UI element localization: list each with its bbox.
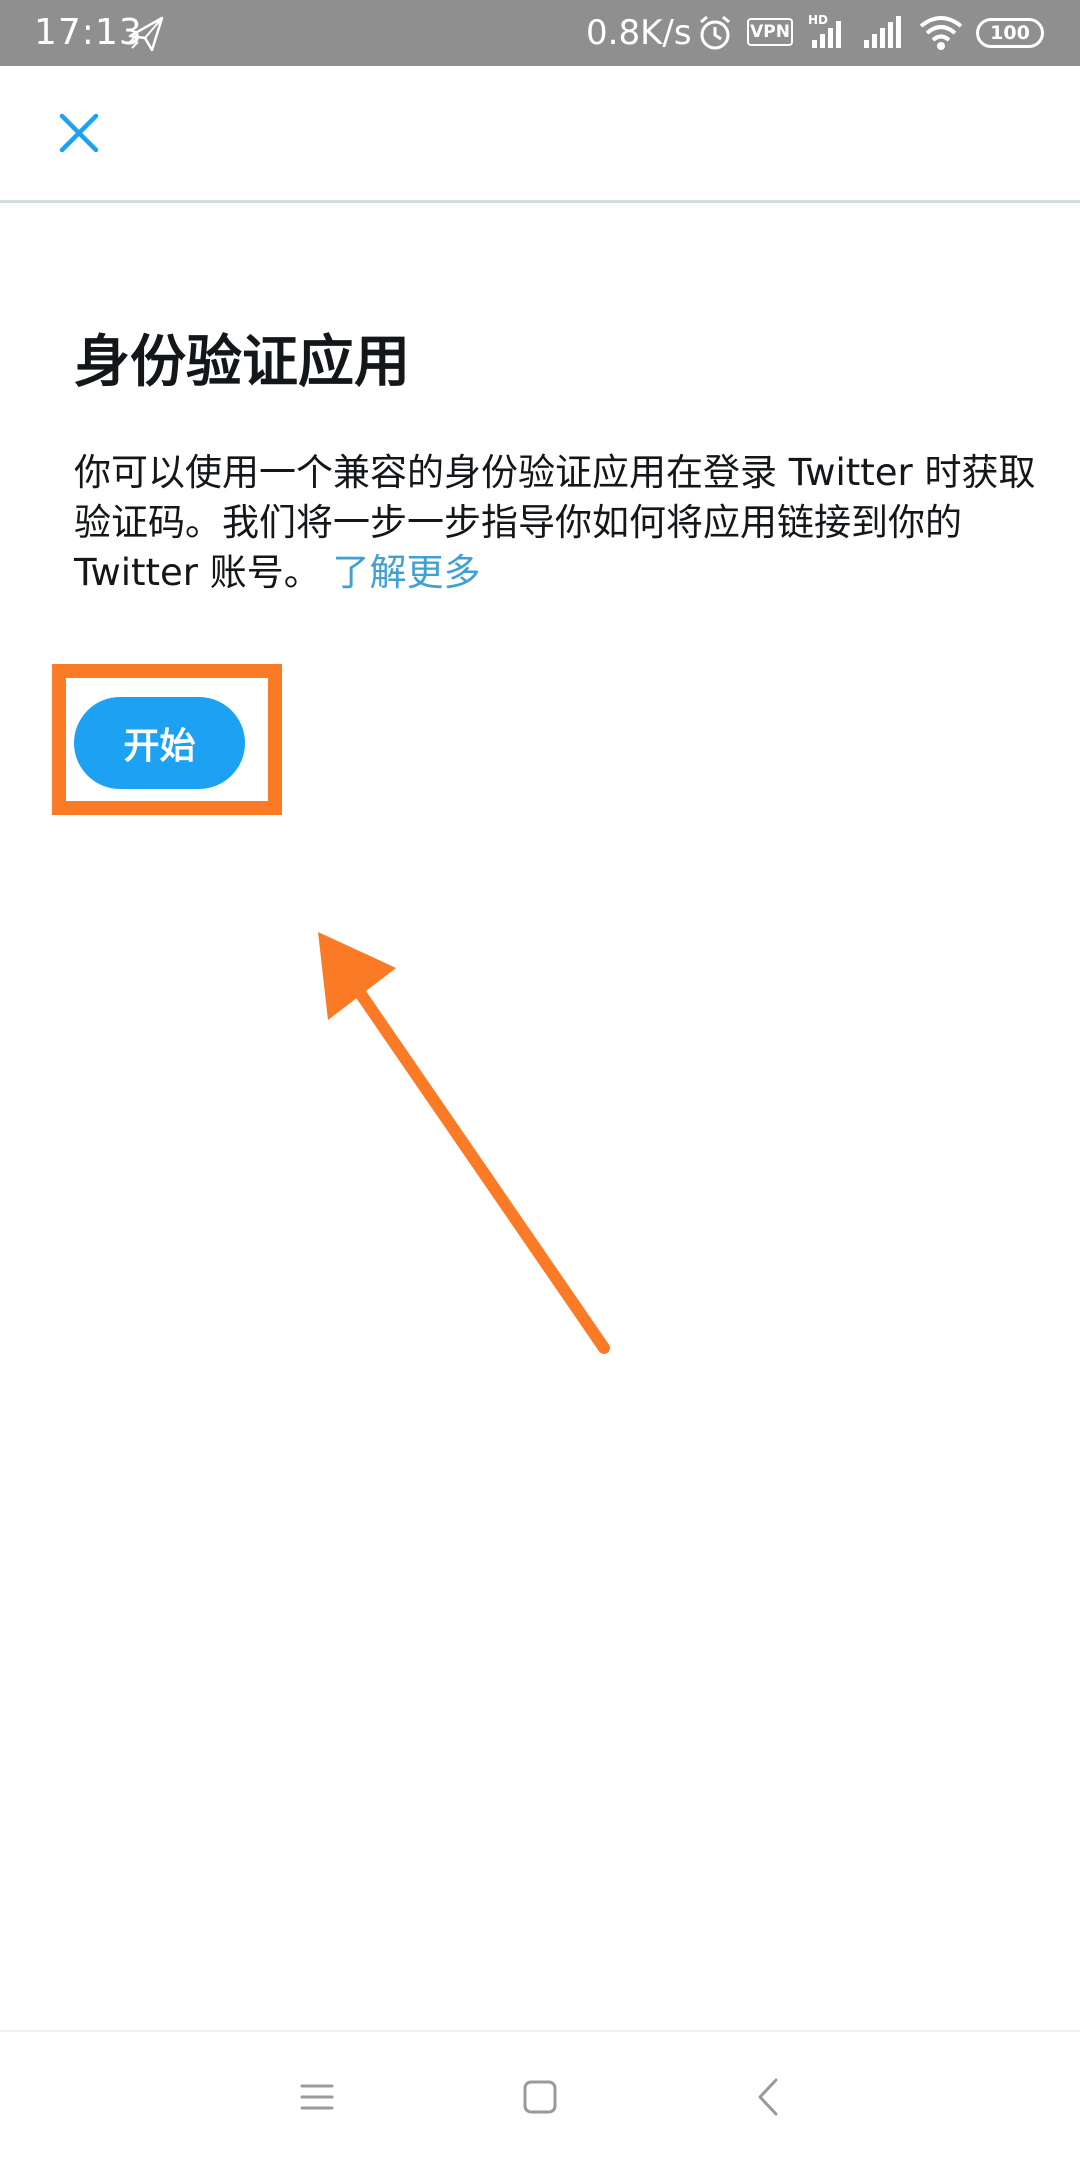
- screen: 17:13 0.8K/s VPN HD 100 身份验证应用 你可以使用一个兼容…: [0, 0, 1080, 2160]
- learn-more-link[interactable]: 了解更多: [333, 551, 481, 594]
- menu-button[interactable]: [257, 2032, 377, 2160]
- start-button[interactable]: 开始: [74, 697, 245, 789]
- home-button[interactable]: [480, 2032, 600, 2160]
- close-button[interactable]: [44, 98, 114, 168]
- app-bar: [0, 66, 1080, 203]
- wifi-icon: [919, 16, 963, 50]
- vpn-icon: VPN: [747, 18, 793, 46]
- hd-signal-icon: HD: [808, 13, 841, 48]
- description: 你可以使用一个兼容的身份验证应用在登录 Twitter 时获取验证码。我们将一步…: [74, 448, 1044, 598]
- battery-icon: 100: [976, 18, 1044, 48]
- vpn-label: VPN: [750, 22, 790, 42]
- annotation-arrow: [318, 932, 610, 1354]
- menu-icon: [300, 2084, 334, 2110]
- back-button[interactable]: [708, 2032, 828, 2160]
- network-speed: 0.8K/s: [586, 13, 692, 53]
- home-icon: [523, 2080, 557, 2114]
- battery-level: 100: [990, 22, 1030, 44]
- status-bar: 17:13 0.8K/s VPN HD 100: [0, 0, 1080, 66]
- svg-text:HD: HD: [808, 13, 828, 27]
- paper-plane-icon: [127, 16, 164, 52]
- description-text: 你可以使用一个兼容的身份验证应用在登录 Twitter 时获取验证码。我们将一步…: [74, 451, 1036, 594]
- back-icon: [758, 2078, 778, 2116]
- navigation-bar: [0, 2030, 1080, 2160]
- alarm-icon: [700, 15, 730, 50]
- signal-icon: [864, 16, 901, 48]
- close-icon: [59, 113, 99, 153]
- page-title: 身份验证应用: [74, 330, 410, 395]
